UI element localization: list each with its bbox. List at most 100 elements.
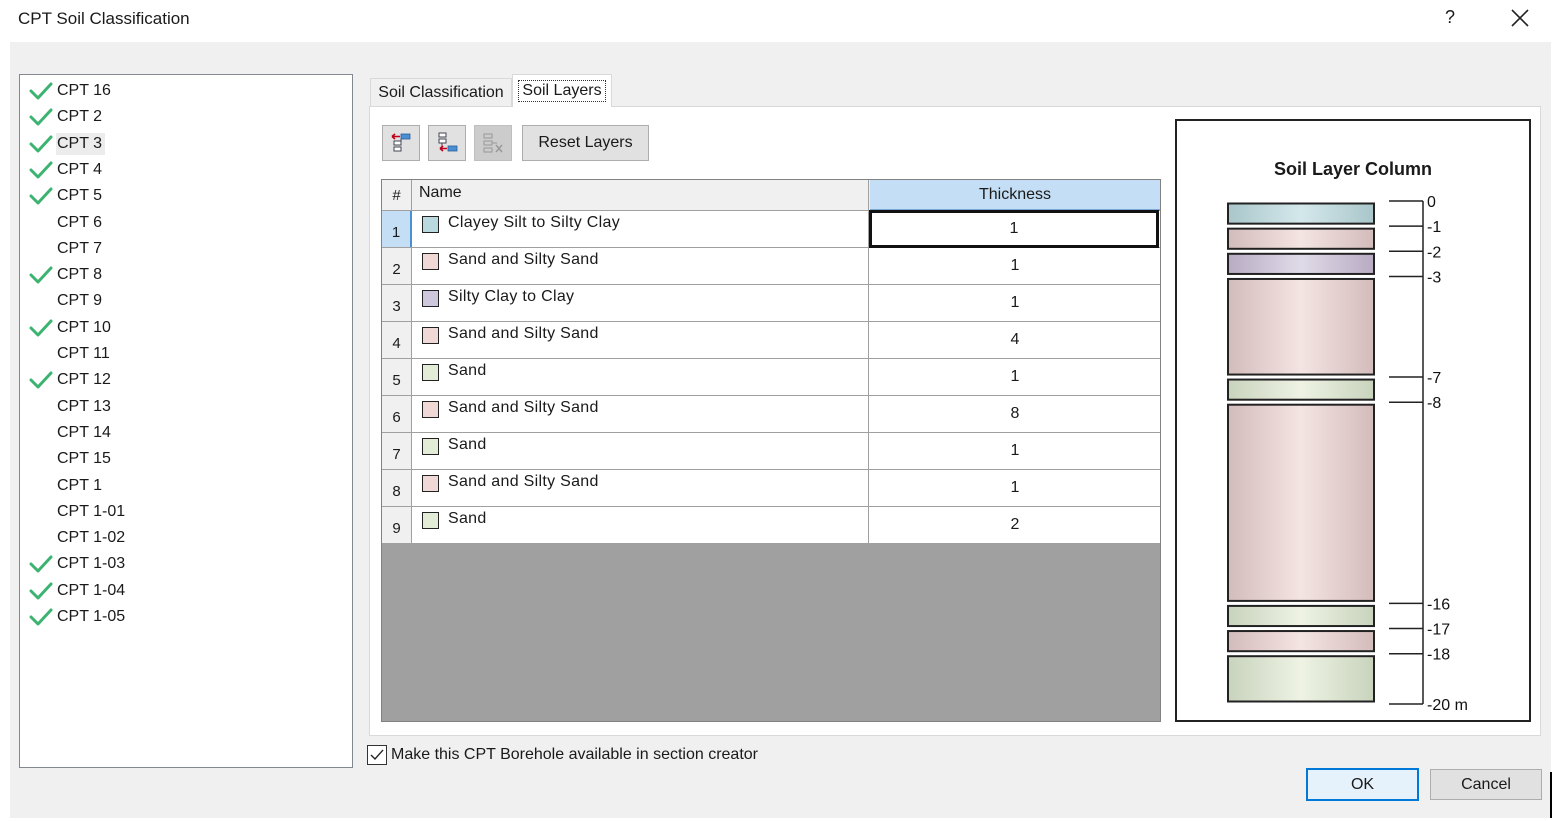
cpt-list-item[interactable]: CPT 1-05 [20, 605, 128, 629]
cpt-list-item[interactable]: CPT 7 [20, 237, 105, 261]
cpt-list-item[interactable]: CPT 16 [20, 79, 114, 103]
checkmark-icon [20, 184, 56, 208]
cpt-list-item[interactable]: CPT 1-03 [20, 552, 128, 576]
table-row[interactable]: 9 Sand 2 [382, 507, 1160, 544]
cpt-list-item[interactable]: CPT 8 [20, 263, 105, 287]
cpt-list-item-label: CPT 5 [57, 187, 103, 205]
cpt-list-item[interactable]: CPT 12 [20, 368, 114, 392]
cpt-list-item[interactable]: CPT 10 [20, 316, 114, 340]
cpt-list-item[interactable]: CPT 6 [20, 211, 105, 235]
tab-soil-layers[interactable]: Soil Layers [512, 74, 612, 107]
table-row[interactable]: 3 Silty Clay to Clay 1 [382, 285, 1160, 322]
table-row[interactable]: 2 Sand and Silty Sand 1 [382, 248, 1160, 285]
layer-name-cell[interactable]: Clayey Silt to Silty Clay [413, 211, 869, 247]
thickness-cell[interactable]: 1 [870, 248, 1160, 284]
section-creator-label[interactable]: Make this CPT Borehole available in sect… [391, 746, 758, 764]
soil-color-swatch [422, 216, 439, 233]
cpt-list-item[interactable]: CPT 1-04 [20, 579, 128, 603]
checkmark-icon [20, 605, 56, 629]
ok-button[interactable]: OK [1306, 768, 1419, 801]
depth-tick-label: -8 [1427, 395, 1441, 412]
table-row[interactable]: 6 Sand and Silty Sand 8 [382, 396, 1160, 433]
thickness-cell[interactable]: 2 [870, 507, 1160, 543]
table-row[interactable]: 8 Sand and Silty Sand 1 [382, 470, 1160, 507]
no-check-placeholder [20, 447, 56, 471]
cpt-list-item-label: CPT 7 [57, 239, 103, 257]
thickness-cell[interactable]: 1 [870, 470, 1160, 506]
cpt-list-item[interactable]: CPT 5 [20, 184, 105, 208]
row-number[interactable]: 4 [382, 322, 412, 358]
cpt-list-item[interactable]: CPT 2 [20, 105, 105, 129]
table-row[interactable]: 7 Sand 1 [382, 433, 1160, 470]
row-number[interactable]: 7 [382, 433, 412, 469]
tab-soil-classification[interactable]: Soil Classification [370, 78, 512, 106]
checkmark-icon [20, 316, 56, 340]
thickness-cell[interactable]: 4 [870, 322, 1160, 358]
thickness-cell[interactable]: 1 [870, 285, 1160, 321]
soil-color-swatch [422, 512, 439, 529]
cpt-list-item[interactable]: CPT 15 [20, 447, 114, 471]
depth-tick-label: -7 [1427, 370, 1441, 387]
depth-tick-label: -17 [1427, 622, 1450, 639]
row-number[interactable]: 3 [382, 285, 412, 321]
cpt-list-item[interactable]: CPT 14 [20, 421, 114, 445]
grid-header: # Name Thickness [382, 180, 1160, 211]
thickness-cell[interactable]: 1 [869, 210, 1159, 248]
section-creator-checkbox[interactable] [367, 745, 387, 765]
row-number[interactable]: 1 [382, 211, 412, 247]
soil-layer-bar [1227, 604, 1375, 628]
cpt-list-item[interactable]: CPT 9 [20, 289, 105, 313]
cpt-list-item[interactable]: CPT 4 [20, 158, 105, 182]
cpt-list[interactable]: CPT 16 CPT 2 CPT 3 CPT 4 CPT 5 CPT 6 CPT 7 CPT … [19, 74, 353, 768]
cpt-list-item-label: CPT 1-05 [57, 608, 126, 625]
insert-layer-below-button[interactable] [428, 125, 466, 161]
layer-name-cell[interactable]: Sand and Silty Sand [413, 322, 869, 358]
soil-layers-grid: # Name Thickness 1 Clayey Silt to Silty C… [381, 179, 1161, 722]
layer-name-cell[interactable]: Sand and Silty Sand [413, 396, 869, 432]
table-row[interactable]: 1 Clayey Silt to Silty Clay 1 [382, 210, 1160, 248]
cpt-list-item[interactable]: CPT 3 [20, 132, 106, 156]
layer-name-cell[interactable]: Sand [413, 433, 869, 469]
column-header-thickness[interactable]: Thickness [870, 180, 1160, 210]
column-header-name[interactable]: Name [413, 180, 869, 210]
layer-name-cell[interactable]: Sand and Silty Sand [413, 470, 869, 506]
row-number[interactable]: 6 [382, 396, 412, 432]
layer-name-cell[interactable]: Sand [413, 359, 869, 395]
depth-tick-label: 0 [1427, 194, 1436, 211]
insert-layer-above-button[interactable] [382, 125, 420, 161]
thickness-cell[interactable]: 1 [870, 359, 1160, 395]
layer-name-cell[interactable]: Sand [413, 507, 869, 543]
table-row[interactable]: 5 Sand 1 [382, 359, 1160, 396]
checkmark-icon [20, 158, 56, 182]
cpt-list-item-label: CPT 6 [57, 213, 103, 231]
cpt-list-item[interactable]: CPT 1 [20, 474, 105, 498]
no-check-placeholder [20, 289, 56, 313]
layer-name-cell[interactable]: Silty Clay to Clay [413, 285, 869, 321]
window-title: CPT Soil Classification [18, 9, 190, 28]
thickness-cell[interactable]: 8 [870, 396, 1160, 432]
depth-tick-label: -18 [1427, 647, 1450, 664]
checkmark-icon [20, 579, 56, 603]
column-header-number[interactable]: # [382, 180, 412, 210]
cpt-list-item[interactable]: CPT 1-01 [20, 500, 128, 524]
layer-name-cell[interactable]: Sand and Silty Sand [413, 248, 869, 284]
delete-layer-button[interactable] [474, 125, 512, 161]
soil-layer-bar [1227, 378, 1375, 401]
cancel-button[interactable]: Cancel [1430, 769, 1542, 800]
checkmark-icon [20, 368, 56, 392]
reset-layers-button[interactable]: Reset Layers [522, 125, 649, 161]
help-button[interactable]: ? [1440, 7, 1460, 28]
row-number[interactable]: 5 [382, 359, 412, 395]
no-check-placeholder [20, 500, 56, 524]
cpt-list-item[interactable]: CPT 11 [20, 342, 113, 366]
soil-color-swatch [422, 327, 439, 344]
thickness-cell[interactable]: 1 [870, 433, 1160, 469]
close-button[interactable] [1508, 6, 1532, 30]
table-row[interactable]: 4 Sand and Silty Sand 4 [382, 322, 1160, 359]
row-number[interactable]: 8 [382, 470, 412, 506]
cpt-list-item[interactable]: CPT 1-02 [20, 526, 128, 550]
checkmark-icon [20, 132, 56, 156]
row-number[interactable]: 2 [382, 248, 412, 284]
cpt-list-item[interactable]: CPT 13 [20, 395, 114, 419]
row-number[interactable]: 9 [382, 507, 412, 543]
